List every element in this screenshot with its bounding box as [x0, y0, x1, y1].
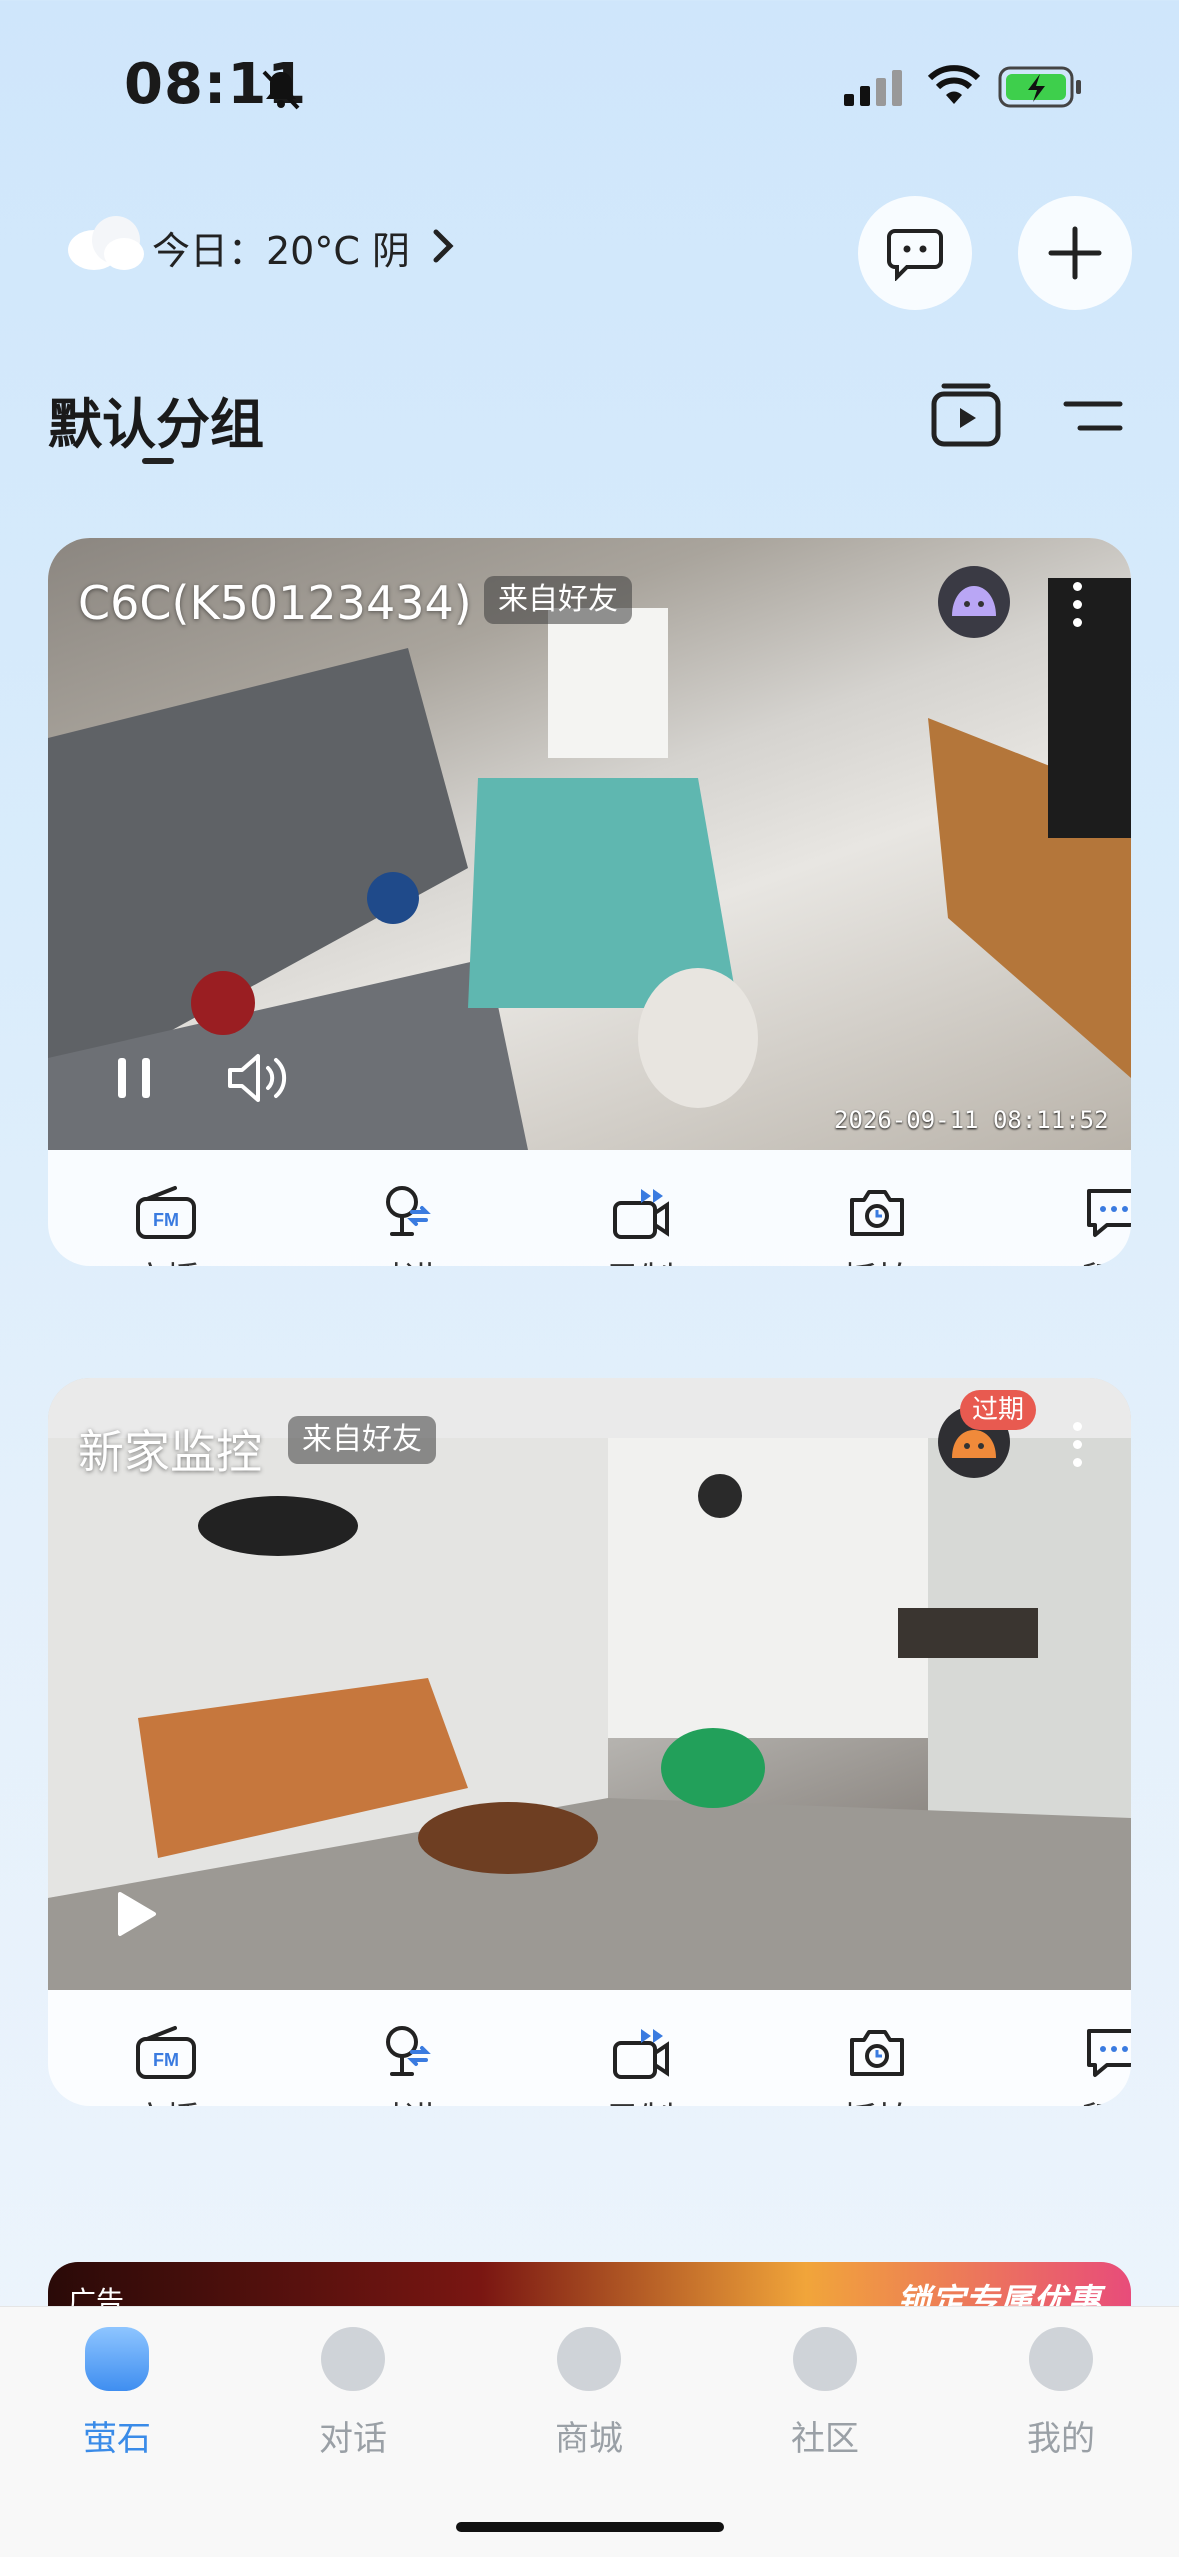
tab-profile[interactable]: 我的 [991, 2327, 1131, 2460]
plus-icon [1048, 226, 1102, 280]
svg-text:FM: FM [153, 1210, 179, 1230]
bell-muted-icon [256, 64, 306, 114]
camera-name: 新家监控 [78, 1425, 262, 1479]
battery-charging-icon [998, 66, 1082, 112]
broadcast-button[interactable]: FM 广播 [91, 2020, 241, 2106]
talk-button[interactable]: 对讲 [328, 2020, 478, 2106]
community-icon [793, 2327, 857, 2391]
group-indicator [142, 458, 174, 464]
tab-community[interactable]: 社区 [755, 2327, 895, 2460]
playback-icon[interactable] [930, 378, 1004, 452]
group-title[interactable]: 默认分组 [48, 380, 264, 459]
camera-actions: FM 广播 对讲 录制 抓拍 留言 [48, 1150, 1131, 1266]
owner-avatar[interactable] [938, 566, 1010, 638]
chat-icon [887, 229, 943, 281]
tab-mall[interactable]: 商城 [519, 2327, 659, 2460]
mic-talk-icon [328, 1180, 478, 1246]
mic-talk-icon [328, 2020, 478, 2086]
volume-icon[interactable] [224, 1050, 294, 1110]
record-button[interactable]: 录制 [565, 1180, 715, 1266]
snapshot-button[interactable]: 抓拍 [802, 1180, 952, 1266]
tab-chat[interactable]: 对话 [283, 2327, 423, 2460]
home-indicator [456, 2522, 724, 2532]
pause-icon[interactable] [114, 1056, 154, 1104]
video-record-icon [565, 2020, 715, 2086]
snapshot-button[interactable]: 抓拍 [802, 2020, 952, 2106]
shared-tag: 来自好友 [288, 1416, 436, 1464]
more-options-icon[interactable] [1073, 1422, 1083, 1476]
shared-tag: 来自好友 [484, 576, 632, 624]
camera-actions: FM 广播 对讲 录制 抓拍 留言 [48, 1990, 1131, 2106]
weather-text[interactable]: 今日：20°C 阴 [152, 220, 410, 275]
sort-menu-icon[interactable] [1062, 398, 1124, 442]
expired-badge: 过期 [960, 1390, 1037, 1430]
voice-message-icon [1039, 2020, 1131, 2086]
camera-icon [802, 1180, 952, 1246]
svg-text:FM: FM [153, 2050, 179, 2070]
tab-ezviz-home[interactable]: 萤石 [47, 2327, 187, 2460]
camera-feed[interactable]: 新家监控 来自好友 过期 [48, 1378, 1131, 1990]
wifi-icon [926, 62, 982, 110]
cloud-weather-icon[interactable] [64, 210, 148, 278]
chevron-right-icon[interactable] [432, 228, 456, 268]
camera-icon [802, 2020, 952, 2086]
camera-card[interactable]: 新家监控 来自好友 过期 FM 广播 对讲 录制 抓拍 留言 [48, 1378, 1131, 2106]
camera-card[interactable]: C6C(K50123434) 来自好友 2026-09-11 08:11:52 … [48, 538, 1131, 1266]
radio-fm-icon: FM [91, 1180, 241, 1246]
voice-message-icon [1039, 1180, 1131, 1246]
camera-name: C6C(K50123434) [78, 576, 472, 630]
message-leave-button[interactable]: 留言 [1039, 1180, 1131, 1266]
cellular-signal-icon [844, 68, 906, 112]
video-timestamp: 2026-09-11 08:11:52 [834, 1106, 1109, 1134]
broadcast-button[interactable]: FM 广播 [91, 1180, 241, 1266]
talk-button[interactable]: 对讲 [328, 1180, 478, 1266]
play-icon[interactable] [114, 1890, 158, 1942]
home-icon [85, 2327, 149, 2391]
message-leave-button[interactable]: 留言 [1039, 2020, 1131, 2106]
video-record-icon [565, 1180, 715, 1246]
shopping-bag-icon [557, 2327, 621, 2391]
radio-fm-icon: FM [91, 2020, 241, 2086]
camera-feed[interactable]: C6C(K50123434) 来自好友 2026-09-11 08:11:52 [48, 538, 1131, 1150]
message-button[interactable] [858, 196, 972, 310]
profile-icon [1029, 2327, 1093, 2391]
chat-bubble-icon [321, 2327, 385, 2391]
bottom-tab-bar: 萤石 对话 商城 社区 我的 [0, 2306, 1179, 2557]
record-button[interactable]: 录制 [565, 2020, 715, 2106]
add-device-button[interactable] [1018, 196, 1132, 310]
more-options-icon[interactable] [1073, 582, 1083, 636]
